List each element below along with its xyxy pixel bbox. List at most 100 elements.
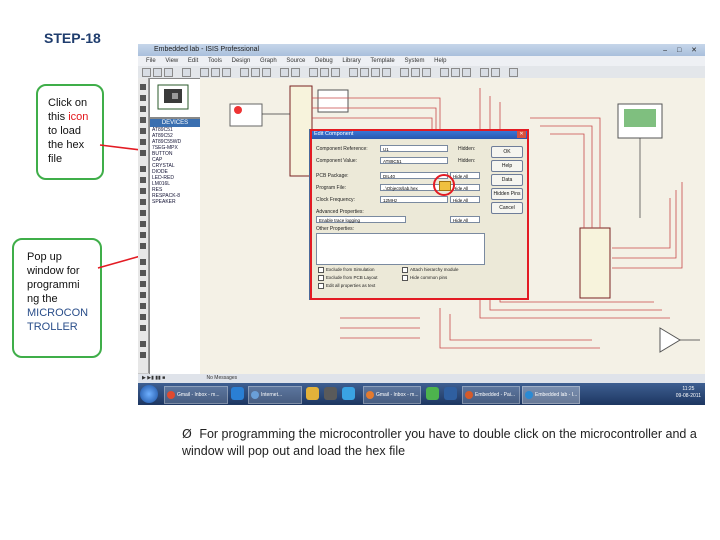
menu-item[interactable]: Graph (260, 58, 277, 64)
clock-frequency-field[interactable]: 12MHz (380, 196, 448, 203)
text-script-icon[interactable] (140, 128, 146, 134)
help-button[interactable]: Help (491, 160, 523, 172)
start-button-icon[interactable] (140, 385, 158, 403)
other-properties-textarea[interactable] (316, 233, 485, 265)
data-button[interactable]: Data (491, 174, 523, 186)
messenger-icon[interactable] (342, 387, 355, 400)
block-rotate-icon[interactable] (371, 68, 380, 77)
component-value-field[interactable]: AT89C51 (380, 157, 448, 164)
make-device-icon[interactable] (411, 68, 420, 77)
taskbar-item[interactable]: Embedded - Pai... (462, 386, 520, 404)
voltage-probe-icon[interactable] (140, 221, 146, 227)
new-sheet-icon[interactable] (480, 68, 489, 77)
component-reference-field[interactable]: U1 (380, 145, 448, 152)
hidden-pins-button[interactable]: Hidden Pins (491, 188, 523, 200)
save-file-icon[interactable] (164, 68, 173, 77)
taskbar-item-active[interactable]: Embedded lab - I... (522, 386, 580, 404)
block-delete-icon[interactable] (382, 68, 391, 77)
cut-icon[interactable] (309, 68, 318, 77)
pin-icon[interactable] (140, 177, 146, 183)
terminal-icon[interactable] (140, 166, 146, 172)
search-icon[interactable] (451, 68, 460, 77)
line-icon[interactable] (140, 259, 146, 265)
menu-item[interactable]: Design (232, 58, 251, 64)
junction-icon[interactable] (140, 106, 146, 112)
shell-icon[interactable] (426, 387, 439, 400)
print-icon[interactable] (182, 68, 191, 77)
packaging-icon[interactable] (422, 68, 431, 77)
box-icon[interactable] (140, 270, 146, 276)
cancel-button[interactable]: Cancel (491, 202, 523, 214)
arc-icon[interactable] (140, 292, 146, 298)
origin-icon[interactable] (222, 68, 231, 77)
open-file-icon[interactable] (153, 68, 162, 77)
hide-common-pins-checkbox[interactable]: Hide common pins (402, 275, 447, 281)
clock-frequency-visibility-select[interactable]: Hide All (450, 196, 480, 203)
component-mode-icon[interactable] (140, 95, 146, 101)
path-icon[interactable] (140, 303, 146, 309)
taskbar-item[interactable]: Gmail - Inbox - m... (363, 386, 421, 404)
ie-icon[interactable] (231, 387, 244, 400)
exclude-pcb-checkbox[interactable]: Exclude from PCB Layout (318, 275, 378, 281)
menu-item[interactable]: File (146, 58, 156, 64)
grid-icon[interactable] (211, 68, 220, 77)
subcircuit-icon[interactable] (140, 150, 146, 156)
edit-as-text-checkbox[interactable]: Edit all properties as text (318, 283, 375, 289)
close-icon[interactable]: ✕ (517, 131, 526, 138)
advanced-properties-visibility-select[interactable]: Hide All (450, 216, 480, 223)
netlist-icon[interactable] (509, 68, 518, 77)
device-item[interactable]: SPEAKER (150, 199, 200, 205)
overview-window[interactable] (149, 78, 201, 118)
word-icon[interactable] (444, 387, 457, 400)
pick-device-icon[interactable] (400, 68, 409, 77)
taskbar-item[interactable]: Internet... (248, 386, 302, 404)
ok-button[interactable]: OK (491, 146, 523, 158)
play-icon[interactable]: ▶ ▶▮ ▮▮ ■ (142, 375, 165, 381)
attach-hierarchy-checkbox[interactable]: Attach hierarchy module (402, 267, 459, 273)
menu-item[interactable]: Library (342, 58, 360, 64)
exclude-simulation-checkbox[interactable]: Exclude from Simulation (318, 267, 375, 273)
menu-item[interactable]: View (165, 58, 178, 64)
zoom-in-icon[interactable] (240, 68, 249, 77)
new-file-icon[interactable] (142, 68, 151, 77)
property-tool-icon[interactable] (462, 68, 471, 77)
menu-item[interactable]: System (404, 58, 424, 64)
menu-item[interactable]: Source (286, 58, 305, 64)
menu-item[interactable]: Template (370, 58, 394, 64)
menu-item[interactable]: Tools (208, 58, 222, 64)
wire-label-icon[interactable] (140, 117, 146, 123)
zoom-out-icon[interactable] (251, 68, 260, 77)
zoom-all-icon[interactable] (262, 68, 271, 77)
media-player-icon[interactable] (324, 387, 337, 400)
folder-icon[interactable] (306, 387, 319, 400)
block-move-icon[interactable] (360, 68, 369, 77)
hidden-label: Hidden: (458, 158, 476, 164)
undo-icon[interactable] (280, 68, 289, 77)
generator-icon[interactable] (140, 210, 146, 216)
rotate-icon[interactable] (140, 341, 146, 347)
refresh-icon[interactable] (200, 68, 209, 77)
mirror-icon[interactable] (140, 352, 146, 358)
symbol-icon[interactable] (140, 325, 146, 331)
copy-icon[interactable] (320, 68, 329, 77)
redo-icon[interactable] (291, 68, 300, 77)
advanced-properties-select[interactable]: Enable trace logging (316, 216, 406, 223)
bus-icon[interactable] (140, 139, 146, 145)
menu-item[interactable]: Debug (315, 58, 333, 64)
circle-icon[interactable] (140, 281, 146, 287)
virtual-instrument-icon[interactable] (140, 243, 146, 249)
block-copy-icon[interactable] (349, 68, 358, 77)
taskbar-item-label: Embedded lab - I... (535, 392, 578, 398)
tape-icon[interactable] (140, 199, 146, 205)
taskbar-item[interactable]: Gmail - Inbox - m... (164, 386, 228, 404)
remove-sheet-icon[interactable] (491, 68, 500, 77)
select-mode-icon[interactable] (140, 84, 146, 90)
wire-autorouter-icon[interactable] (440, 68, 449, 77)
graph-icon[interactable] (140, 188, 146, 194)
current-probe-icon[interactable] (140, 232, 146, 238)
text-icon[interactable] (140, 314, 146, 320)
pcb-package-visibility-select[interactable]: Hide All (450, 172, 480, 179)
paste-icon[interactable] (331, 68, 340, 77)
menu-item[interactable]: Edit (188, 58, 198, 64)
menu-item[interactable]: Help (434, 58, 446, 64)
